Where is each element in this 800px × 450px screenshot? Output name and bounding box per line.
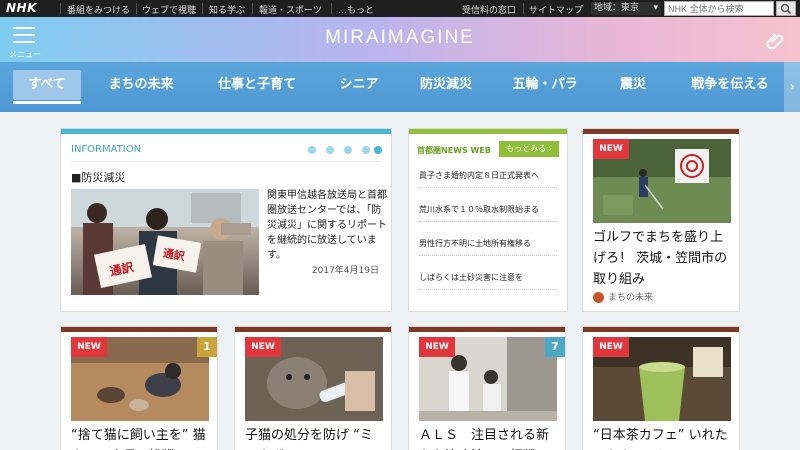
- site-title[interactable]: MIRAIMAGINE: [0, 27, 800, 49]
- story-card[interactable]: NEW 7 ＡＬＳ 注目される新たな治療法への拒戦: [408, 326, 566, 450]
- divider: [331, 3, 332, 14]
- divider: [136, 3, 137, 14]
- divider: [419, 187, 557, 188]
- tab-all[interactable]: すべて: [13, 70, 81, 104]
- information-card[interactable]: INFORMATION ■防災減災 通訳 通訳 関東甲信越各放送局と首都圏放送セ…: [60, 128, 392, 312]
- category-tabs: すべて まちの未来 仕事と子育て シニア 防災減災 五輪・パラ 震災 戦争を伝え…: [0, 62, 800, 112]
- tab-senior[interactable]: シニア: [328, 70, 390, 100]
- divider: [419, 221, 557, 222]
- new-badge: NEW: [245, 337, 281, 357]
- information-date: 2017年4月19日: [311, 266, 379, 276]
- paperclip-icon[interactable]: [764, 29, 788, 58]
- news-item[interactable]: 男性行方不明に土地所有権移る: [419, 238, 559, 249]
- carousel-dot[interactable]: [362, 146, 370, 154]
- tab-disaster-prevention[interactable]: 防災減災: [408, 70, 484, 100]
- news-item[interactable]: 荒川水系で１０％取水制限始まる: [419, 204, 559, 215]
- count-badge: 7: [545, 337, 565, 357]
- divider: [419, 255, 557, 256]
- more-button[interactable]: もっとみる ›: [499, 141, 559, 157]
- story-card[interactable]: NEW ゴルフでまちを盛り上げろ！ 茨城・笠間市の取り組み まちの未来: [582, 128, 740, 312]
- nav-watch-web[interactable]: ウェブで視聴: [142, 3, 196, 16]
- information-body: 関東甲信越各放送局と首都圏放送センターでは、「防災減災」に関するリポートを継続的…: [267, 190, 387, 261]
- link-fee-window[interactable]: 受信料の窓口: [462, 3, 516, 16]
- new-badge: NEW: [419, 337, 455, 357]
- story-card[interactable]: NEW 子猫の処分を防げ “ミルクボランティア”: [234, 326, 392, 450]
- nav-more[interactable]: …もっと: [338, 3, 374, 16]
- nav-find-programs[interactable]: 番組をみつける: [67, 3, 130, 16]
- divider: [419, 289, 557, 290]
- link-sitemap[interactable]: サイトマップ: [529, 3, 583, 16]
- nav-learn[interactable]: 知る学ぶ: [209, 3, 245, 16]
- chevron-right-icon[interactable]: ›: [784, 62, 800, 112]
- search-button[interactable]: [776, 1, 796, 16]
- card-cap: [61, 327, 217, 332]
- category-tag[interactable]: まちの未来: [593, 290, 653, 303]
- menu-label: メニュー: [9, 50, 41, 59]
- story-card[interactable]: NEW “日本茶カフェ” いれたてをクールに: [582, 326, 740, 450]
- divider: [202, 3, 203, 14]
- card-cap: [583, 327, 739, 332]
- new-badge: NEW: [71, 337, 107, 357]
- story-headline[interactable]: “捨て猫に飼い主を” 猫カフェ店長の挑戦: [71, 425, 211, 450]
- tab-war-memory[interactable]: 戦争を伝える: [678, 70, 782, 100]
- card-cap: [61, 129, 391, 134]
- nhk-global-bar: NHK 番組をみつける ウェブで視聴 知る学ぶ 報道・スポーツ …もっと 受信料…: [0, 0, 800, 17]
- tab-town-future[interactable]: まちの未来: [96, 70, 186, 100]
- chevron-down-icon: ▾: [653, 3, 658, 13]
- story-headline[interactable]: ＡＬＳ 注目される新たな治療法への拒戦: [419, 425, 559, 450]
- town-icon: [593, 292, 604, 303]
- carousel-dot[interactable]: [326, 146, 334, 154]
- divider: [71, 161, 381, 162]
- divider: [60, 3, 61, 14]
- tab-work-parenting[interactable]: 仕事と子育て: [207, 70, 307, 100]
- interpreter-photo[interactable]: 通訳 通訳: [71, 189, 259, 295]
- news-item[interactable]: しばらくは土砂災害に注意を: [419, 272, 559, 283]
- story-headline[interactable]: ゴルフでまちを盛り上げろ！ 茨城・笠間市の取り組み: [593, 227, 733, 290]
- nav-news-sports[interactable]: 報道・スポーツ: [259, 3, 322, 16]
- new-badge: NEW: [593, 139, 629, 159]
- search-icon: [780, 3, 792, 15]
- nhk-logo[interactable]: NHK: [6, 1, 37, 15]
- region-label: 地域：東京: [594, 3, 640, 13]
- news-web-label[interactable]: 首都圏NEWS WEB: [417, 145, 491, 156]
- divider: [252, 3, 253, 14]
- tab-olympics-para[interactable]: 五輪・パラ: [503, 70, 587, 100]
- card-cap: [235, 327, 391, 332]
- story-headline[interactable]: 子猫の処分を防げ “ミルクボランティア”: [245, 425, 385, 450]
- site-header: メニュー MIRAIMAGINE: [0, 17, 800, 62]
- carousel-dot-active[interactable]: [374, 146, 382, 154]
- information-category: ■防災減災: [71, 171, 126, 184]
- story-card[interactable]: NEW 1 “捨て猫に飼い主を” 猫カフェ店長の挑戦: [60, 326, 218, 450]
- count-badge: 1: [197, 337, 217, 357]
- region-select[interactable]: 地域：東京 ▾: [591, 2, 661, 15]
- tag-label: まちの未来: [608, 293, 654, 303]
- card-cap: [409, 129, 567, 134]
- card-cap: [409, 327, 565, 332]
- news-item[interactable]: 眞子さま婚約内定８日正式発表へ: [419, 170, 559, 181]
- carousel-dot[interactable]: [308, 146, 316, 154]
- carousel-dot[interactable]: [344, 146, 352, 154]
- story-headline[interactable]: “日本茶カフェ” いれたてをクールに: [593, 425, 733, 450]
- new-badge: NEW: [593, 337, 629, 357]
- information-heading: INFORMATION: [71, 144, 142, 155]
- card-cap: [583, 129, 739, 134]
- divider: [523, 3, 524, 14]
- tab-earthquake[interactable]: 震災: [608, 70, 658, 100]
- news-web-card: 首都圏NEWS WEB もっとみる › 眞子さま婚約内定８日正式発表へ 荒川水系…: [408, 128, 568, 312]
- search-input[interactable]: [664, 1, 774, 16]
